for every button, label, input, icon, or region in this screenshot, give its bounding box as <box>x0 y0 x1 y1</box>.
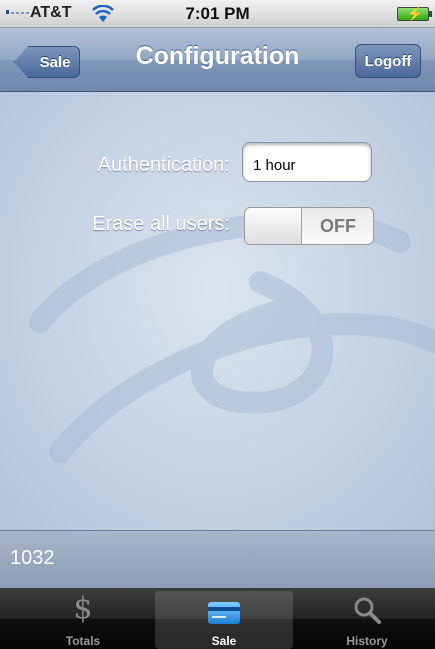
navigation-bar: Sale Configuration Logoff <box>0 28 435 92</box>
tab-history-label: History <box>346 634 388 648</box>
tab-bar: $ Totals Sale History <box>0 588 435 649</box>
info-bar: 1032 <box>0 530 435 588</box>
dollar-icon: $ <box>73 591 93 626</box>
authentication-label: Authentication: <box>97 154 230 176</box>
logoff-button[interactable]: Logoff <box>355 44 421 78</box>
credit-card-icon <box>208 602 240 624</box>
toggle-knob[interactable] <box>245 208 302 244</box>
tab-sale-label: Sale <box>211 634 237 648</box>
authentication-field[interactable]: 1 hour <box>242 142 372 182</box>
status-time: 7:01 PM <box>185 4 250 23</box>
erase-users-toggle[interactable]: OFF <box>244 207 374 245</box>
tab-totals-label: Totals <box>65 634 101 648</box>
configuration-panel: Authentication: 1 hour Erase all users: … <box>0 92 435 530</box>
toggle-state-label: OFF <box>320 215 356 236</box>
status-bar: AT&T 7:01 PM ⚡ <box>0 0 435 28</box>
tab-history[interactable]: History <box>298 588 435 649</box>
tab-totals[interactable]: $ Totals <box>14 588 152 649</box>
erase-users-label: Erase all users: <box>92 213 230 235</box>
tab-sale[interactable]: Sale <box>155 591 293 649</box>
search-icon <box>354 597 381 624</box>
terminal-id: 1032 <box>10 547 55 569</box>
battery-charging-icon: ⚡ <box>397 6 432 21</box>
